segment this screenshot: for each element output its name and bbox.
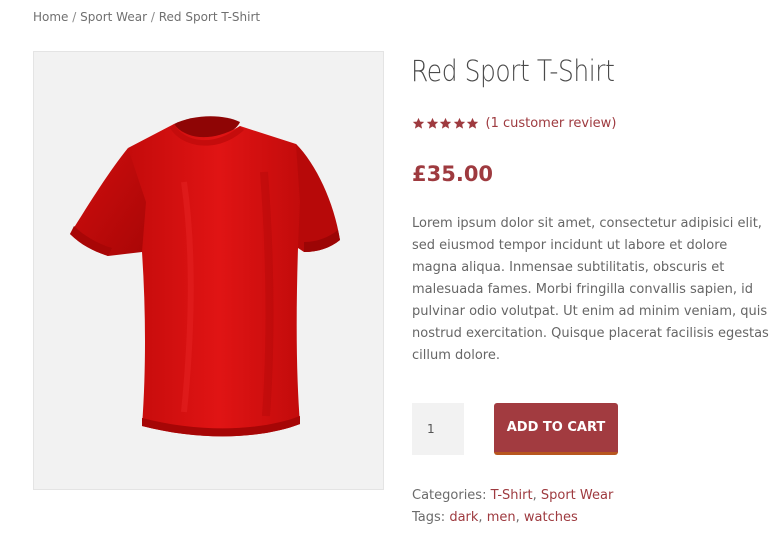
comma-separator: , bbox=[515, 510, 520, 525]
tag-link-men[interactable]: men bbox=[487, 510, 516, 525]
red-tshirt-icon bbox=[70, 116, 340, 437]
breadcrumb-separator: / bbox=[72, 10, 77, 24]
comma-separator: , bbox=[532, 488, 537, 503]
add-to-cart-button[interactable]: ADD TO CART bbox=[494, 403, 618, 455]
comma-separator: , bbox=[478, 510, 483, 525]
breadcrumb-current: Red Sport T-Shirt bbox=[158, 10, 261, 24]
star-rating bbox=[412, 117, 480, 130]
tag-link-watches[interactable]: watches bbox=[524, 510, 578, 525]
product-title: Red Sport T-Shirt bbox=[411, 54, 615, 88]
category-link-tshirt[interactable]: T-Shirt bbox=[491, 488, 533, 503]
breadcrumb-home-link[interactable]: Home bbox=[33, 10, 68, 24]
tags-label: Tags: bbox=[412, 510, 446, 525]
customer-review-link[interactable]: (1 customer review) bbox=[486, 116, 617, 131]
star-icon bbox=[426, 117, 438, 129]
star-icon bbox=[439, 117, 452, 129]
product-image[interactable] bbox=[33, 51, 384, 490]
product-price: £35.00 bbox=[412, 162, 494, 186]
quantity-input[interactable] bbox=[412, 403, 464, 455]
breadcrumb-category-link[interactable]: Sport Wear bbox=[80, 10, 147, 24]
categories-label: Categories: bbox=[412, 488, 487, 503]
tag-link-dark[interactable]: dark bbox=[449, 510, 478, 525]
product-description: Lorem ipsum dolor sit amet, consectetur … bbox=[412, 216, 769, 363]
breadcrumb: Home / Sport Wear / Red Sport T-Shirt bbox=[33, 10, 260, 24]
breadcrumb-separator: / bbox=[150, 10, 155, 24]
star-icon bbox=[412, 117, 425, 129]
category-link-sport-wear[interactable]: Sport Wear bbox=[541, 488, 613, 503]
product-tags: Tags: dark, men, watches bbox=[412, 510, 578, 525]
product-rating: (1 customer review) bbox=[412, 114, 616, 132]
star-icon bbox=[453, 117, 465, 129]
star-icon bbox=[466, 117, 479, 129]
product-categories: Categories: T-Shirt, Sport Wear bbox=[412, 488, 613, 503]
